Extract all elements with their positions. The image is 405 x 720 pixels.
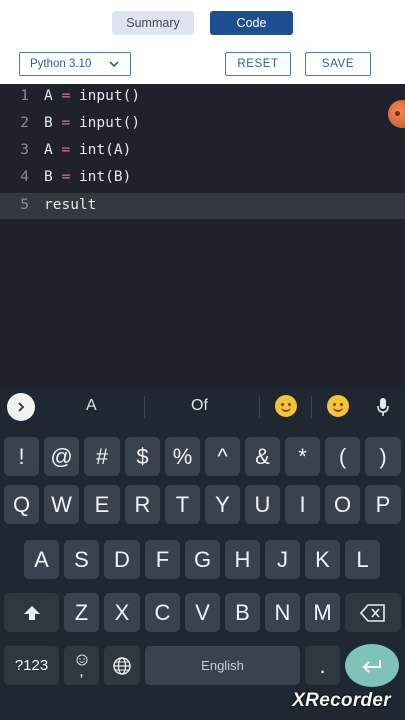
language-select[interactable]: Python 3.10	[19, 52, 131, 76]
relieved-emoji-icon[interactable]	[275, 395, 297, 417]
recorder-watermark: XRecorder	[292, 690, 391, 711]
key[interactable]: #	[84, 437, 120, 476]
shift-arrow-icon	[23, 605, 40, 620]
key-h[interactable]: H	[225, 540, 260, 579]
code-editor[interactable]: 1 A = input() 2 B = input() 3 A = int(A)…	[0, 84, 405, 386]
code-token: A	[44, 142, 53, 158]
key[interactable]: @	[44, 437, 79, 476]
symbols-key[interactable]: ?123	[4, 646, 59, 685]
line-number: 3	[20, 142, 29, 158]
code-token: int(B)	[78, 169, 132, 185]
language-select-value: Python 3.10	[30, 58, 92, 70]
chevron-right-icon	[18, 402, 25, 412]
key-p[interactable]: P	[365, 485, 401, 524]
backspace-key[interactable]	[345, 593, 401, 632]
expand-toolbar-button[interactable]	[7, 393, 35, 421]
language-key[interactable]	[104, 646, 140, 685]
space-bar[interactable]: English	[145, 646, 300, 685]
line-number: 2	[20, 115, 29, 131]
line-number: 4	[20, 169, 29, 185]
code-line[interactable]: 2 B = input()	[0, 111, 405, 137]
suggestion-divider	[259, 396, 260, 418]
suggestion-item[interactable]: Of	[191, 397, 208, 415]
key-g[interactable]: G	[185, 540, 220, 579]
key-f[interactable]: F	[145, 540, 180, 579]
code-operator: =	[61, 88, 71, 104]
key-z[interactable]: Z	[64, 593, 99, 632]
code-operator: =	[61, 142, 71, 158]
editor-header: Summary Code Python 3.10 RESET SAVE	[0, 0, 405, 84]
code-line[interactable]: 4 B = int(B)	[0, 165, 405, 191]
period-key[interactable]: .	[305, 646, 340, 685]
line-number: 5	[20, 197, 29, 213]
globe-icon	[113, 656, 131, 675]
key-o[interactable]: O	[325, 485, 360, 524]
reset-button[interactable]: RESET	[225, 52, 291, 76]
shift-key[interactable]	[4, 593, 59, 632]
key-x[interactable]: X	[104, 593, 140, 632]
code-operator: =	[61, 115, 71, 131]
key[interactable]: *	[285, 437, 320, 476]
key[interactable]: %	[165, 437, 200, 476]
key-c[interactable]: C	[145, 593, 180, 632]
key[interactable]: (	[325, 437, 360, 476]
key-t[interactable]: T	[165, 485, 200, 524]
key-k[interactable]: K	[305, 540, 340, 579]
key-l[interactable]: L	[345, 540, 380, 579]
backspace-icon	[360, 603, 385, 622]
line-number: 1	[20, 88, 29, 104]
key-n[interactable]: N	[265, 593, 300, 632]
code-token: input()	[78, 115, 141, 131]
key-j[interactable]: J	[265, 540, 300, 579]
chevron-down-icon	[109, 61, 119, 68]
key-q[interactable]: Q	[4, 485, 39, 524]
soft-keyboard: A Of ! @ # $ % ^ & * ( ) Q W E R T Y U I…	[0, 386, 405, 720]
enter-key[interactable]	[345, 644, 399, 687]
key-a[interactable]: A	[24, 540, 59, 579]
microphone-icon[interactable]	[376, 397, 390, 417]
key[interactable]: !	[4, 437, 39, 476]
save-button[interactable]: SAVE	[305, 52, 371, 76]
key[interactable]: &	[245, 437, 280, 476]
key-s[interactable]: S	[64, 540, 99, 579]
code-token: A	[44, 88, 53, 104]
key-r[interactable]: R	[125, 485, 160, 524]
key-w[interactable]: W	[44, 485, 79, 524]
key-b[interactable]: B	[225, 593, 260, 632]
key[interactable]: ^	[205, 437, 240, 476]
code-token: result	[44, 197, 97, 213]
code-token: input()	[78, 88, 141, 104]
suggestion-divider	[311, 396, 312, 418]
key-m[interactable]: M	[305, 593, 340, 632]
code-token: B	[44, 115, 53, 131]
code-operator: =	[61, 169, 71, 185]
key-v[interactable]: V	[185, 593, 220, 632]
key-i[interactable]: I	[285, 485, 320, 524]
key-u[interactable]: U	[245, 485, 280, 524]
code-line[interactable]: 1 A = input()	[0, 84, 405, 110]
tab-code[interactable]: Code	[210, 11, 293, 35]
comma-key[interactable]: ,	[64, 646, 99, 685]
code-line-active[interactable]: 5 result	[0, 193, 405, 219]
key[interactable]: )	[365, 437, 401, 476]
code-token: int(A)	[78, 142, 132, 158]
tab-summary[interactable]: Summary	[112, 11, 194, 35]
code-token: B	[44, 169, 53, 185]
code-line[interactable]: 3 A = int(A)	[0, 138, 405, 164]
suggestion-item[interactable]: A	[86, 397, 97, 415]
key-y[interactable]: Y	[205, 485, 240, 524]
key-d[interactable]: D	[104, 540, 140, 579]
grinning-emoji-icon[interactable]	[327, 395, 349, 417]
suggestion-bar: A Of	[0, 386, 405, 426]
key[interactable]: $	[125, 437, 160, 476]
key-e[interactable]: E	[84, 485, 120, 524]
enter-arrow-icon	[362, 659, 381, 673]
comma-label: ,	[79, 662, 84, 680]
suggestion-divider	[144, 396, 145, 418]
